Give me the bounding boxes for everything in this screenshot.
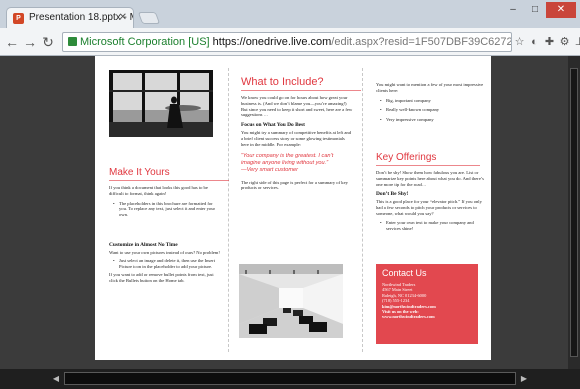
bottom-bar: ◀ ▶ [0,369,580,389]
pin-icon[interactable]: ⊥ [574,34,580,50]
client-item: Big, important company [380,98,484,104]
airport-silhouette-photo [109,70,213,137]
ev-certificate-label: Microsoft Corporation [US] [80,36,210,48]
column-divider [362,68,363,352]
reload-icon[interactable]: ↻ [40,34,56,50]
heading-make-it-yours: Make It Yours [109,167,170,178]
bullet-item: Just select an image and delete it, then… [113,258,221,270]
scroll-left-arrow-icon[interactable]: ◀ [50,372,62,385]
client-item: Very impressive company [380,117,484,123]
closing-text: The right side of this page is perfect f… [241,179,348,191]
toolbar-icons: ☆ ◐ ✚ ⚙ ⊥ ≡ [514,34,580,50]
subheading-customize: Customize in Almost No Time [109,242,178,248]
bullet-item: The placeholders in this brochure are fo… [113,201,221,218]
heading-rule [376,165,480,166]
maximize-button[interactable]: □ [524,2,546,18]
subheading-dont-be-shy: Don’t Be Shy! [376,191,409,198]
heading-what-to-include: What to Include? [241,76,324,88]
office-interior-photo [239,264,343,338]
scroll-right-arrow-icon[interactable]: ▶ [518,372,530,385]
lock-icon [68,37,77,46]
extension-icon[interactable]: ◐ [529,34,540,50]
powerpoint-icon: P [13,13,24,24]
right-column: You might want to mention a few of your … [364,56,491,360]
horizontal-scrollbar[interactable] [64,372,516,385]
tab-strip: P Presentation 18.pptx - Mic ✕ – □ ✕ [0,0,580,29]
bullet-item: Enter your own text to make your company… [380,220,484,232]
heading-rule [241,90,361,91]
intro-text: We know you could go on for hours about … [241,95,353,118]
customize-section: Customize in Almost No Time Want to use … [109,242,221,284]
middle-column: What to Include? We know you could go on… [229,56,361,360]
window-controls: – □ ✕ [502,2,576,20]
address-bar[interactable]: Microsoft Corporation [US] https://onedr… [62,32,512,52]
what-to-include-section: What to Include? We know you could go on… [241,76,361,191]
customize-text: Want to use your own pictures instead of… [109,250,220,255]
minimize-button[interactable]: – [502,2,524,18]
clients-intro: You might want to mention a few of your … [376,82,484,93]
left-column: Make It Yours If you think a document th… [95,56,229,360]
heading-key-offerings: Key Offerings [376,152,437,163]
vertical-scrollbar[interactable] [568,56,580,369]
scrollbar-thumb[interactable] [570,68,578,357]
browser-toolbar: ← → ↻ Microsoft Corporation [US] https:/… [0,28,580,56]
contact-box: Contact Us Northwind Traders 4567 Main S… [376,264,478,344]
browser-tab[interactable]: P Presentation 18.pptx - Mic ✕ [6,7,134,29]
testimonial-quote: “Your company is the greatest. I can’t i… [241,152,334,166]
url-path: /edit.aspx?resid=1F507DBF39C62721!988 [331,36,512,48]
contact-title: Contact Us [382,268,427,278]
new-tab-button[interactable] [137,12,161,24]
offerings-text: Don’t be shy! Show them how fabulous you… [376,170,484,187]
puzzle-icon[interactable]: ✚ [544,34,555,50]
star-icon[interactable]: ☆ [514,34,525,50]
clients-section: You might want to mention a few of your … [376,82,484,123]
make-it-yours-section: Make It Yours If you think a document th… [109,167,229,218]
website-url: www.northwindtraders.com [382,314,435,320]
client-item: Really well-known company [380,107,484,113]
tab-close-icon[interactable]: ✕ [119,12,127,23]
document-viewer: Make It Yours If you think a document th… [0,56,580,369]
heading-rule [109,180,229,181]
intro-text: If you think a document that looks this … [109,185,208,196]
pitch-text: This is a good place for your “elevator … [376,199,482,216]
closing-text: If you want to add or remove bullet poin… [109,272,214,284]
forward-arrow-icon[interactable]: → [22,34,38,50]
url-host: https://onedrive.live.com [212,36,332,48]
browser-chrome: P Presentation 18.pptx - Mic ✕ – □ ✕ ← →… [0,0,580,56]
subheading-focus: Focus on What You Do Best [241,122,305,129]
key-offerings-section: Key Offerings Don’t be shy! Show them ho… [376,152,484,231]
back-arrow-icon[interactable]: ← [4,34,20,50]
testimonial-author: —Very smart customer [241,166,298,173]
brochure-page: Make It Yours If you think a document th… [95,56,491,360]
focus-text: You might try a summary of competitive b… [241,130,352,147]
settings-icon[interactable]: ⚙ [559,34,570,50]
close-window-button[interactable]: ✕ [546,2,576,18]
